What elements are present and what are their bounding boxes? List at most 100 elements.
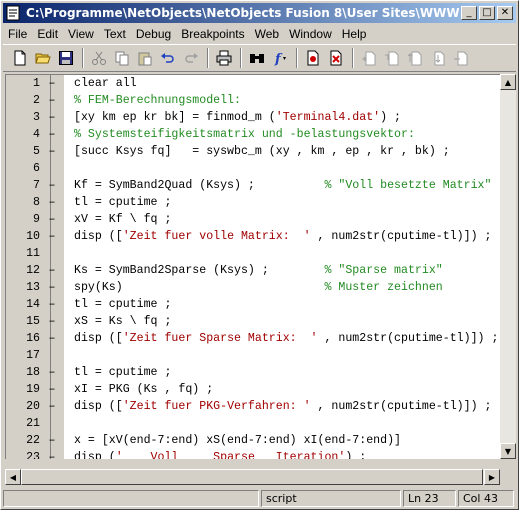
breakpoint-marker[interactable]: – xyxy=(47,383,57,396)
new-file-button[interactable] xyxy=(9,47,31,69)
code-line[interactable]: 9– xV = Kf \ fq ; xyxy=(6,211,500,228)
code-line[interactable]: 14– tl = cputime ; xyxy=(6,296,500,313)
code-line[interactable]: 12– Ks = SymBand2Sparse (Ksys) ; % "Spars… xyxy=(6,262,500,279)
code-line[interactable]: 1– clear all xyxy=(6,75,500,92)
breakpoint-marker[interactable]: – xyxy=(47,230,57,243)
menu-debug[interactable]: Debug xyxy=(131,27,176,41)
horizontal-scroll-thumb[interactable] xyxy=(21,469,483,485)
vertical-scrollbar[interactable]: ▲ ▼ xyxy=(500,74,516,459)
copy-button[interactable] xyxy=(111,47,133,69)
exit-debug-button[interactable] xyxy=(450,47,472,69)
breakpoint-marker[interactable]: – xyxy=(47,400,57,413)
code-text: xV = Kf \ fq ; xyxy=(74,213,171,226)
code-text: [succ Ksys fq] = syswbc_m (xy , km , ep … xyxy=(74,145,450,158)
code-line[interactable]: 23– disp (' Voll Sparse Iteration') ; xyxy=(6,449,500,459)
save-button[interactable] xyxy=(55,47,77,69)
scroll-left-button[interactable]: ◀ xyxy=(5,469,21,485)
code-line[interactable]: 5– [succ Ksys fq] = syswbc_m (xy , km , e… xyxy=(6,143,500,160)
code-text: clear all xyxy=(74,77,137,90)
title-bar[interactable]: C:\Programme\NetObjects\NetObjects Fusio… xyxy=(3,3,516,23)
breakpoint-marker[interactable]: – xyxy=(47,281,57,294)
breakpoint-marker[interactable]: – xyxy=(47,366,57,379)
close-button[interactable]: ✕ xyxy=(497,6,513,20)
scroll-up-button[interactable]: ▲ xyxy=(500,74,516,90)
maximize-icon: □ xyxy=(482,7,492,18)
breakpoint-marker[interactable]: – xyxy=(47,94,57,107)
code-line[interactable]: 7– Kf = SymBand2Quad (Ksys) ; % "Voll bes… xyxy=(6,177,500,194)
cut-button[interactable] xyxy=(88,47,110,69)
code-line[interactable]: 10– disp (['Zeit fuer volle Matrix: ' , n… xyxy=(6,228,500,245)
code-line[interactable]: 3– [xy km ep kr bk] = finmod_m ('Terminal… xyxy=(6,109,500,126)
maximize-button[interactable]: □ xyxy=(479,6,495,20)
breakpoint-marker[interactable]: – xyxy=(47,145,57,158)
menu-breakpoints[interactable]: Breakpoints xyxy=(176,27,249,41)
code-line[interactable]: 22– x = [xV(end-7:end) xS(end-7:end) xI(e… xyxy=(6,432,500,449)
line-number: 8 xyxy=(33,196,40,209)
cut-icon xyxy=(92,51,106,65)
code-line[interactable]: 16– disp (['Zeit fuer Sparse Matrix: ' , … xyxy=(6,330,500,347)
open-button[interactable] xyxy=(32,47,54,69)
breakpoint-marker[interactable]: – xyxy=(47,128,57,141)
horizontal-scrollbar[interactable]: ◀ ▶ xyxy=(5,469,500,485)
redo-button[interactable] xyxy=(180,47,202,69)
breakpoint-marker[interactable]: – xyxy=(47,298,57,311)
open-folder-icon xyxy=(35,53,51,64)
code-line[interactable]: 4– % Systemsteifigkeitsmatrix und -belast… xyxy=(6,126,500,143)
breakpoint-marker[interactable]: – xyxy=(47,77,57,90)
step-in-button[interactable] xyxy=(381,47,403,69)
line-number: 3 xyxy=(33,111,40,124)
breakpoint-marker[interactable]: – xyxy=(47,196,57,209)
line-number: 2 xyxy=(33,94,40,107)
function-button[interactable]: f xyxy=(269,47,291,69)
undo-icon xyxy=(161,53,174,63)
code-line[interactable]: 18– tl = cputime ; xyxy=(6,364,500,381)
scroll-right-button[interactable]: ▶ xyxy=(484,469,500,485)
step-out-button[interactable] xyxy=(404,47,426,69)
continue-button[interactable] xyxy=(427,47,449,69)
code-line[interactable]: 15– xS = Ks \ fq ; xyxy=(6,313,500,330)
code-line[interactable]: 13– spy(Ks) % Muster zeichnen xyxy=(6,279,500,296)
scroll-down-button[interactable]: ▼ xyxy=(500,443,516,459)
breakpoint-marker[interactable]: – xyxy=(47,434,57,447)
step-button[interactable] xyxy=(358,47,380,69)
code-line[interactable]: 21 xyxy=(6,415,500,432)
menu-window[interactable]: Window xyxy=(284,27,337,41)
code-line[interactable]: 8– tl = cputime ; xyxy=(6,194,500,211)
find-button[interactable] xyxy=(246,47,268,69)
code-line[interactable]: 19– xI = PKG (Ks , fq) ; xyxy=(6,381,500,398)
menu-edit[interactable]: Edit xyxy=(32,27,63,41)
status-line: Ln 23 xyxy=(403,489,456,507)
breakpoint-marker[interactable]: – xyxy=(47,332,57,345)
code-editor[interactable]: 1– clear all 2–% FEM-Berechnungsmodell: 3–[… xyxy=(5,74,500,459)
set-breakpoint-button[interactable] xyxy=(302,47,324,69)
menu-help[interactable]: Help xyxy=(337,27,372,41)
status-mode: script xyxy=(261,489,401,507)
print-button[interactable] xyxy=(213,47,235,69)
new-file-icon xyxy=(14,50,26,66)
minimize-icon: _ xyxy=(466,7,472,18)
breakpoint-marker[interactable]: – xyxy=(47,451,57,459)
arrow-up-icon: ▲ xyxy=(504,77,512,87)
find-icon xyxy=(250,54,264,63)
clear-breakpoint-button[interactable] xyxy=(325,47,347,69)
breakpoint-marker[interactable]: – xyxy=(47,213,57,226)
paste-button[interactable] xyxy=(134,47,156,69)
menu-view[interactable]: View xyxy=(63,27,99,41)
menu-text[interactable]: Text xyxy=(99,27,131,41)
minimize-button[interactable]: _ xyxy=(461,6,477,20)
code-text: tl = cputime ; xyxy=(74,298,171,311)
code-line[interactable]: 11 xyxy=(6,245,500,262)
toolbar-separator xyxy=(296,48,298,68)
menu-file[interactable]: File xyxy=(3,27,32,41)
code-text: [xy km ep kr bk] = finmod_m ('Terminal4.… xyxy=(74,111,401,124)
breakpoint-marker[interactable]: – xyxy=(47,315,57,328)
code-line[interactable]: 20– disp (['Zeit fuer PKG-Verfahren: ' , … xyxy=(6,398,500,415)
breakpoint-marker[interactable]: – xyxy=(47,179,57,192)
code-line[interactable]: 6 xyxy=(6,160,500,177)
breakpoint-marker[interactable]: – xyxy=(47,111,57,124)
menu-web[interactable]: Web xyxy=(250,27,284,41)
code-line[interactable]: 2– % FEM-Berechnungsmodell: xyxy=(6,92,500,109)
undo-button[interactable] xyxy=(157,47,179,69)
code-line[interactable]: 17 xyxy=(6,347,500,364)
breakpoint-marker[interactable]: – xyxy=(47,264,57,277)
